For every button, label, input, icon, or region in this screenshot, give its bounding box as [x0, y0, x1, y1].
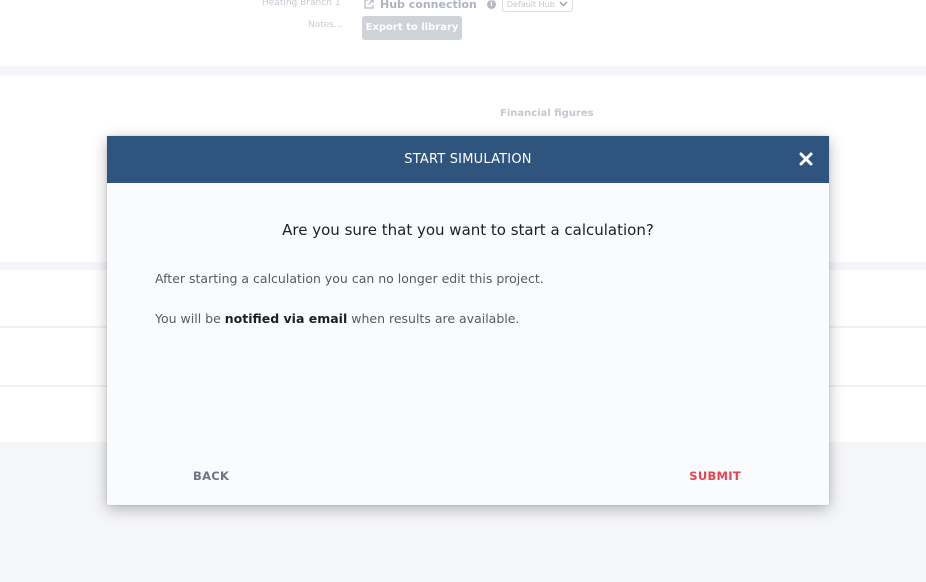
email-notice-text: You will be notified via email when resu…: [155, 311, 519, 326]
export-to-library-button[interactable]: Export to library: [362, 16, 462, 40]
dialog-title: START SIMULATION: [404, 152, 532, 167]
dialog-header: START SIMULATION: [107, 136, 829, 183]
hub-connection: Hub connection i Default Hub: [364, 0, 573, 12]
chevron-down-icon: [559, 1, 568, 7]
confirmation-question: Are you sure that you want to start a ca…: [282, 221, 654, 239]
external-link-icon: [364, 0, 374, 9]
info-icon: i: [486, 0, 496, 9]
financial-figures-label: Financial figures: [500, 108, 594, 119]
email-notice-prefix: You will be: [155, 311, 225, 326]
divider-band: [0, 66, 926, 76]
branch-label: Heating Branch 1: [262, 0, 341, 8]
hub-select-value: Default Hub: [506, 0, 555, 9]
page: Heating Branch 1 Notes... Hub connection…: [0, 0, 926, 582]
notes-label: Notes...: [308, 20, 343, 30]
start-simulation-dialog: START SIMULATION Are you sure that you w…: [107, 136, 829, 505]
submit-button[interactable]: SUBMIT: [673, 463, 757, 489]
email-notice-emphasis: notified via email: [224, 311, 348, 326]
edit-warning-text: After starting a calculation you can no …: [155, 271, 544, 286]
back-button[interactable]: BACK: [177, 463, 245, 489]
email-notice-suffix: when results are available.: [347, 311, 520, 326]
dialog-body: Are you sure that you want to start a ca…: [107, 183, 829, 505]
hub-select[interactable]: Default Hub: [501, 0, 573, 12]
hub-connection-label: Hub connection: [380, 0, 477, 11]
close-icon[interactable]: [797, 150, 815, 168]
